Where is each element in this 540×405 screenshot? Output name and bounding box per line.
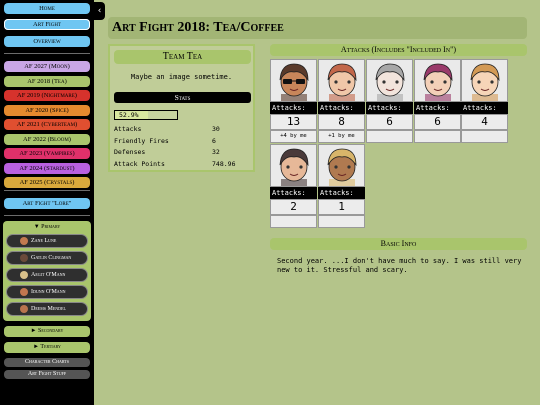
divider xyxy=(4,53,90,54)
attacks-label: Attacks: xyxy=(366,102,413,114)
progress-text: 52.9% xyxy=(119,111,139,119)
character-button[interactable]: Gatlin Clingman xyxy=(6,251,88,265)
nav-year-button[interactable]: AF 2022 (Bloom) xyxy=(4,133,90,145)
character-button[interactable]: Deems Mendel xyxy=(6,302,88,316)
basic-info-text: Second year. ...I don't have much to say… xyxy=(277,257,522,274)
character-name: Idunn O'Mann xyxy=(31,289,66,295)
team-title: Team Tea xyxy=(114,50,251,64)
character-button[interactable]: Zane Lune xyxy=(6,234,88,248)
stat-row: Attack Points 748.96 xyxy=(114,160,249,170)
stats-header: Stats xyxy=(114,92,251,103)
stat-label: Attack Points xyxy=(114,159,165,168)
stat-row: Friendly Fires 6 xyxy=(114,137,249,147)
progress-bar: 52.9% xyxy=(114,110,178,120)
primary-toggle[interactable]: ▼ Primary xyxy=(3,224,91,230)
attacks-label: Attacks: xyxy=(461,102,508,114)
attacks-header: Attacks (Includes "Included In") xyxy=(270,44,527,56)
stat-row: Attacks 30 xyxy=(114,125,249,135)
sidebar: Home Art Fight Overview AF 2027 (Moon) AF… xyxy=(0,0,94,405)
attack-note: +1 by me xyxy=(318,130,365,143)
secondary-toggle[interactable]: ► Secondary xyxy=(4,326,90,337)
character-name: Deems Mendel xyxy=(31,306,66,312)
attack-note: +4 by me xyxy=(270,130,317,143)
character-portrait xyxy=(318,144,365,187)
character-portrait xyxy=(414,59,461,102)
team-note: Maybe an image sometime. xyxy=(130,73,233,81)
primary-characters-panel: ▼ Primary Zane Lune Gatlin Clingman Aegit … xyxy=(3,221,91,321)
attack-note xyxy=(270,215,317,228)
attacks-label: Attacks: xyxy=(414,102,461,114)
stat-value: 6 xyxy=(212,136,216,145)
attack-card[interactable]: Attacks: 6 xyxy=(414,59,461,144)
avatar-icon xyxy=(20,237,28,245)
art-fight-stuff-button[interactable]: Art Fight Stuff xyxy=(4,370,90,379)
nav-year-button[interactable]: AF 2019 (Nightmare) xyxy=(4,90,90,101)
character-portrait xyxy=(366,59,413,102)
nav-lore-button[interactable]: Art Fight "Lore" xyxy=(4,198,90,209)
attack-count: 6 xyxy=(414,114,461,130)
character-portrait xyxy=(461,59,508,102)
nav-art-fight-button[interactable]: Art Fight xyxy=(4,19,90,30)
attack-count: 13 xyxy=(270,114,317,130)
avatar-icon xyxy=(20,254,28,262)
attack-card[interactable]: Attacks: 1 xyxy=(318,144,365,229)
attacks-label: Attacks: xyxy=(270,187,317,199)
attack-count: 8 xyxy=(318,114,365,130)
stat-value: 32 xyxy=(212,148,220,156)
attack-note xyxy=(414,130,461,143)
attack-count: 4 xyxy=(461,114,508,130)
character-charts-button[interactable]: Character Charts xyxy=(4,358,90,367)
nav-year-button[interactable]: AF 2020 (Spice) xyxy=(4,104,90,116)
attack-card[interactable]: Attacks: 8 +1 by me xyxy=(318,59,365,144)
nav-home-button[interactable]: Home xyxy=(4,3,90,14)
tertiary-toggle[interactable]: ► Tertiary xyxy=(4,342,90,353)
stat-label: Attacks xyxy=(114,125,142,133)
attack-note xyxy=(318,215,365,228)
stat-label: Friendly Fires xyxy=(114,136,169,145)
attack-card[interactable]: Attacks: 4 xyxy=(461,59,508,144)
character-portrait xyxy=(270,59,317,102)
stat-value: 30 xyxy=(212,125,220,133)
attacks-label: Attacks: xyxy=(270,102,317,114)
stat-row: Defenses 32 xyxy=(114,148,249,158)
basic-info-header: Basic Info xyxy=(270,238,527,250)
attack-note xyxy=(366,130,413,143)
divider xyxy=(4,190,90,191)
attack-count: 1 xyxy=(318,199,365,215)
attack-count: 6 xyxy=(366,114,413,130)
nav-year-button[interactable]: AF 2023 (Vampires) xyxy=(4,148,90,159)
attack-note xyxy=(461,130,508,143)
attacks-label: Attacks: xyxy=(318,102,365,114)
attack-card[interactable]: Attacks: 2 xyxy=(270,144,317,229)
character-button[interactable]: Aegit O'Mann xyxy=(6,268,88,282)
page-title: Art Fight 2018: Tea/Coffee xyxy=(108,17,527,39)
nav-year-button[interactable]: AF 2025 (Crystals) xyxy=(4,177,90,188)
nav-year-button[interactable]: AF 2027 (Moon) xyxy=(4,61,90,72)
character-portrait xyxy=(270,144,317,187)
avatar-icon xyxy=(20,305,28,313)
nav-year-button[interactable]: AF 2021 (Cyberteam) xyxy=(4,119,90,130)
nav-year-button[interactable]: AF 2024 (Stardust) xyxy=(4,162,90,174)
stat-value: 748.96 xyxy=(212,159,236,168)
character-portrait xyxy=(318,59,365,102)
attack-card[interactable]: Attacks: 6 xyxy=(366,59,413,144)
avatar-icon xyxy=(20,271,28,279)
chevron-left-icon[interactable]: ‹ xyxy=(94,2,105,20)
stat-label: Defenses xyxy=(114,148,146,156)
character-name: Aegit O'Mann xyxy=(31,272,66,278)
divider xyxy=(4,215,90,216)
nav-year-button[interactable]: AF 2018 (Tea) xyxy=(4,75,90,87)
attack-count: 2 xyxy=(270,199,317,215)
attacks-label: Attacks: xyxy=(318,187,365,199)
team-panel: Team Tea Maybe an image sometime. Stats … xyxy=(108,44,255,172)
attack-card[interactable]: Attacks: 13 +4 by me xyxy=(270,59,317,144)
character-button[interactable]: Idunn O'Mann xyxy=(6,285,88,299)
avatar-icon xyxy=(20,288,28,296)
character-name: Zane Lune xyxy=(31,238,57,244)
nav-overview-button[interactable]: Overview xyxy=(4,36,90,47)
character-name: Gatlin Clingman xyxy=(31,255,72,261)
